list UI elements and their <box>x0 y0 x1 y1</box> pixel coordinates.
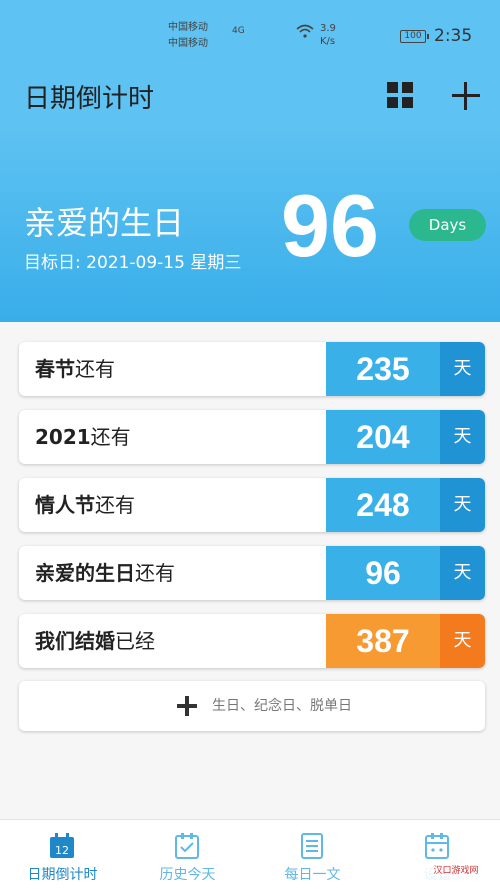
event-card[interactable]: 情人节还有 248 天 <box>19 478 485 532</box>
watermark: 汉口游戏网 <box>418 860 494 882</box>
wifi-icon <box>296 24 314 41</box>
featured-target-date: 目标日: 2021-09-15 星期三 <box>24 253 242 273</box>
event-name: 亲爱的生日 <box>35 561 135 585</box>
tab-label: 历史今天 <box>159 867 216 883</box>
event-suffix: 还有 <box>95 493 135 517</box>
event-suffix: 还有 <box>135 561 175 585</box>
speed-unit: K/s <box>320 36 336 47</box>
event-count: 387 <box>326 614 440 668</box>
add-event-label: 生日、纪念日、脱单日 <box>212 698 352 714</box>
event-label: 情人节还有 <box>35 478 135 532</box>
app-bar: 日期倒计时 <box>0 58 500 128</box>
carrier-2: 中国移动 <box>168 38 208 49</box>
carrier-1: 中国移动 <box>168 22 208 33</box>
event-label: 2021还有 <box>35 410 131 464</box>
event-unit: 天 <box>440 546 485 600</box>
app-title: 日期倒计时 <box>24 84 155 114</box>
settings-calendar-icon <box>423 832 451 860</box>
grid-view-icon[interactable] <box>387 82 413 108</box>
event-name: 2021 <box>35 425 91 449</box>
article-icon <box>298 832 326 860</box>
event-suffix: 还有 <box>75 357 115 381</box>
network-type: 4G <box>232 26 245 36</box>
featured-countdown[interactable]: 亲爱的生日 目标日: 2021-09-15 星期三 96 Days <box>0 128 500 322</box>
event-suffix: 还有 <box>90 425 131 449</box>
event-count: 96 <box>326 546 440 600</box>
speed-value: 3.9 <box>320 23 336 34</box>
event-label: 亲爱的生日还有 <box>35 546 175 600</box>
battery-icon: 100 <box>400 30 429 43</box>
carrier-info: 中国移动 中国移动 <box>168 20 208 52</box>
tab-label: 日期倒计时 <box>27 867 98 883</box>
tab-label: 每日一文 <box>284 867 341 883</box>
event-card[interactable]: 2021还有 204 天 <box>19 410 485 464</box>
status-bar: 中国移动 中国移动 4G 3.9 K/s 100 2:35 <box>0 0 500 58</box>
event-label: 春节还有 <box>35 342 115 396</box>
tab-history[interactable]: 历史今天 <box>125 820 250 889</box>
days-badge: Days <box>409 209 486 241</box>
event-count: 248 <box>326 478 440 532</box>
event-card[interactable]: 亲爱的生日还有 96 天 <box>19 546 485 600</box>
calendar-day-number: 12 <box>55 844 69 857</box>
add-event-button[interactable]: 生日、纪念日、脱单日 <box>19 681 485 731</box>
event-unit: 天 <box>440 342 485 396</box>
event-unit: 天 <box>440 478 485 532</box>
featured-title: 亲爱的生日 <box>24 204 185 242</box>
event-label: 我们结婚已经 <box>35 614 155 668</box>
clock: 2:35 <box>434 26 473 46</box>
tab-daily-article[interactable]: 每日一文 <box>250 820 375 889</box>
event-count: 204 <box>326 410 440 464</box>
event-count: 235 <box>326 342 440 396</box>
event-unit: 天 <box>440 410 485 464</box>
featured-count: 96 <box>281 176 379 275</box>
event-unit: 天 <box>440 614 485 668</box>
calendar-icon: 12 <box>48 832 76 860</box>
net-speed: 3.9 K/s <box>320 22 336 48</box>
add-event-icon[interactable] <box>452 82 480 110</box>
event-name: 我们结婚 <box>35 629 115 653</box>
event-suffix: 已经 <box>115 629 155 653</box>
event-name: 春节 <box>35 357 75 381</box>
event-card[interactable]: 我们结婚已经 387 天 <box>19 614 485 668</box>
plus-icon <box>177 696 197 716</box>
tab-countdown[interactable]: 12 日期倒计时 <box>0 820 125 889</box>
event-card[interactable]: 春节还有 235 天 <box>19 342 485 396</box>
event-name: 情人节 <box>35 493 95 517</box>
checklist-icon <box>173 832 201 860</box>
